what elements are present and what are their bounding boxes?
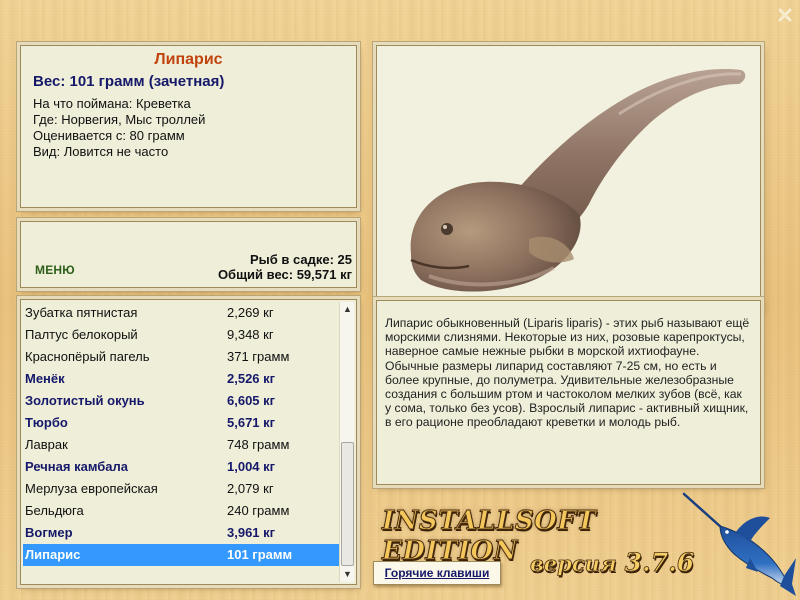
list-item-weight: 2,526 кг <box>227 371 276 386</box>
list-item-name: Тюрбо <box>25 415 68 430</box>
fish-count: Рыб в садке: 25 <box>249 252 352 267</box>
list-item[interactable]: Речная камбала 1,004 кг <box>23 456 341 478</box>
list-item-name: Мерлуза европейская <box>25 481 158 496</box>
list-item[interactable]: Золотистый окунь 6,605 кг <box>23 390 341 412</box>
list-item-weight: 2,269 кг <box>227 305 274 320</box>
list-item-name: Речная камбала <box>25 459 129 474</box>
scroll-down-arrow-icon[interactable]: ▼ <box>340 567 355 582</box>
hotkeys-button[interactable]: Горячие клавиши <box>373 561 501 585</box>
list-item[interactable]: Вогмер 3,961 кг <box>23 522 341 544</box>
marlin-icon <box>682 492 796 596</box>
scroll-up-arrow-icon[interactable]: ▲ <box>340 302 355 317</box>
rarity-info: Вид: Ловится не часто <box>33 144 169 159</box>
fish-description: Липарис обыкновенный (Liparis liparis) -… <box>385 316 750 430</box>
stats-panel: МЕНЮ Рыб в садке: 25 Общий вес: 59,571 к… <box>20 221 357 288</box>
list-item-weight: 3,961 кг <box>227 525 276 540</box>
list-item[interactable]: Бельдюга 240 грамм <box>23 500 341 522</box>
list-item-weight: 5,671 кг <box>227 415 276 430</box>
list-item-weight: 6,605 кг <box>227 393 276 408</box>
catch-list[interactable]: Зубатка пятнистая 2,269 кг Палтус белокоры… <box>23 302 341 566</box>
hotkeys-label: Горячие клавиши <box>384 566 490 580</box>
list-scrollbar[interactable]: ▲ ▼ <box>339 302 354 582</box>
list-item-weight: 748 грамм <box>227 437 290 452</box>
location-info: Где: Норвегия, Мыс троллей <box>33 112 206 127</box>
list-item-name: Палтус белокорый <box>25 327 138 342</box>
total-weight: Общий вес: 59,571 кг <box>217 267 352 282</box>
list-item-weight: 2,079 кг <box>227 481 274 496</box>
list-item[interactable]: Зубатка пятнистая 2,269 кг <box>23 302 341 324</box>
description-panel: Липарис обыкновенный (Liparis liparis) -… <box>376 300 761 485</box>
list-item[interactable]: Краснопёрый пагель 371 грамм <box>23 346 341 368</box>
menu-button[interactable]: МЕНЮ <box>35 263 75 277</box>
list-item-name: Вогмер <box>25 525 73 540</box>
list-item-selected[interactable]: Липарис 101 грамм <box>23 544 341 566</box>
list-item-weight: 1,004 кг <box>227 459 276 474</box>
list-item[interactable]: Палтус белокорый 9,348 кг <box>23 324 341 346</box>
fish-photo <box>410 69 746 292</box>
list-item[interactable]: Мерлуза европейская 2,079 кг <box>23 478 341 500</box>
list-item-name: Менёк <box>25 371 65 386</box>
list-item-name: Бельдюга <box>25 503 84 518</box>
fish-photo-panel <box>376 45 761 310</box>
keepnet-stats: Рыб в садке: 25 Общий вес: 59,571 кг <box>218 252 352 282</box>
fish-info-panel: Липарис Вес: 101 грамм (зачетная) На что… <box>20 45 357 208</box>
version-label: версия 3.7.6 <box>530 548 695 578</box>
list-item-weight: 240 грамм <box>227 503 290 518</box>
version-word: версия <box>530 551 617 577</box>
list-item-weight: 101 грамм <box>227 547 293 562</box>
list-item-name: Липарис <box>25 547 81 562</box>
list-item[interactable]: Тюрбо 5,671 кг <box>23 412 341 434</box>
list-item-name: Золотистый окунь <box>25 393 145 408</box>
fish-weight: Вес: 101 грамм (зачетная) <box>33 73 225 90</box>
fish-details: На что поймана: Креветка Где: Норвегия, … <box>33 96 205 160</box>
bait-info: На что поймана: Креветка <box>33 96 191 111</box>
close-icon[interactable] <box>778 8 792 22</box>
catch-list-panel: Зубатка пятнистая 2,269 кг Палтус белокоры… <box>20 299 357 585</box>
list-item[interactable]: Лаврак 748 грамм <box>23 434 341 456</box>
list-item-name: Зубатка пятнистая <box>25 305 138 320</box>
list-item-name: Краснопёрый пагель <box>25 349 150 364</box>
min-weight-info: Оценивается с: 80 грамм <box>33 128 185 143</box>
list-item-name: Лаврак <box>25 437 68 452</box>
list-item-weight: 9,348 кг <box>227 327 274 342</box>
list-item-weight: 371 грамм <box>227 349 290 364</box>
scroll-thumb[interactable] <box>341 442 354 566</box>
list-item[interactable]: Менёк 2,526 кг <box>23 368 341 390</box>
fish-name: Липарис <box>154 51 223 68</box>
